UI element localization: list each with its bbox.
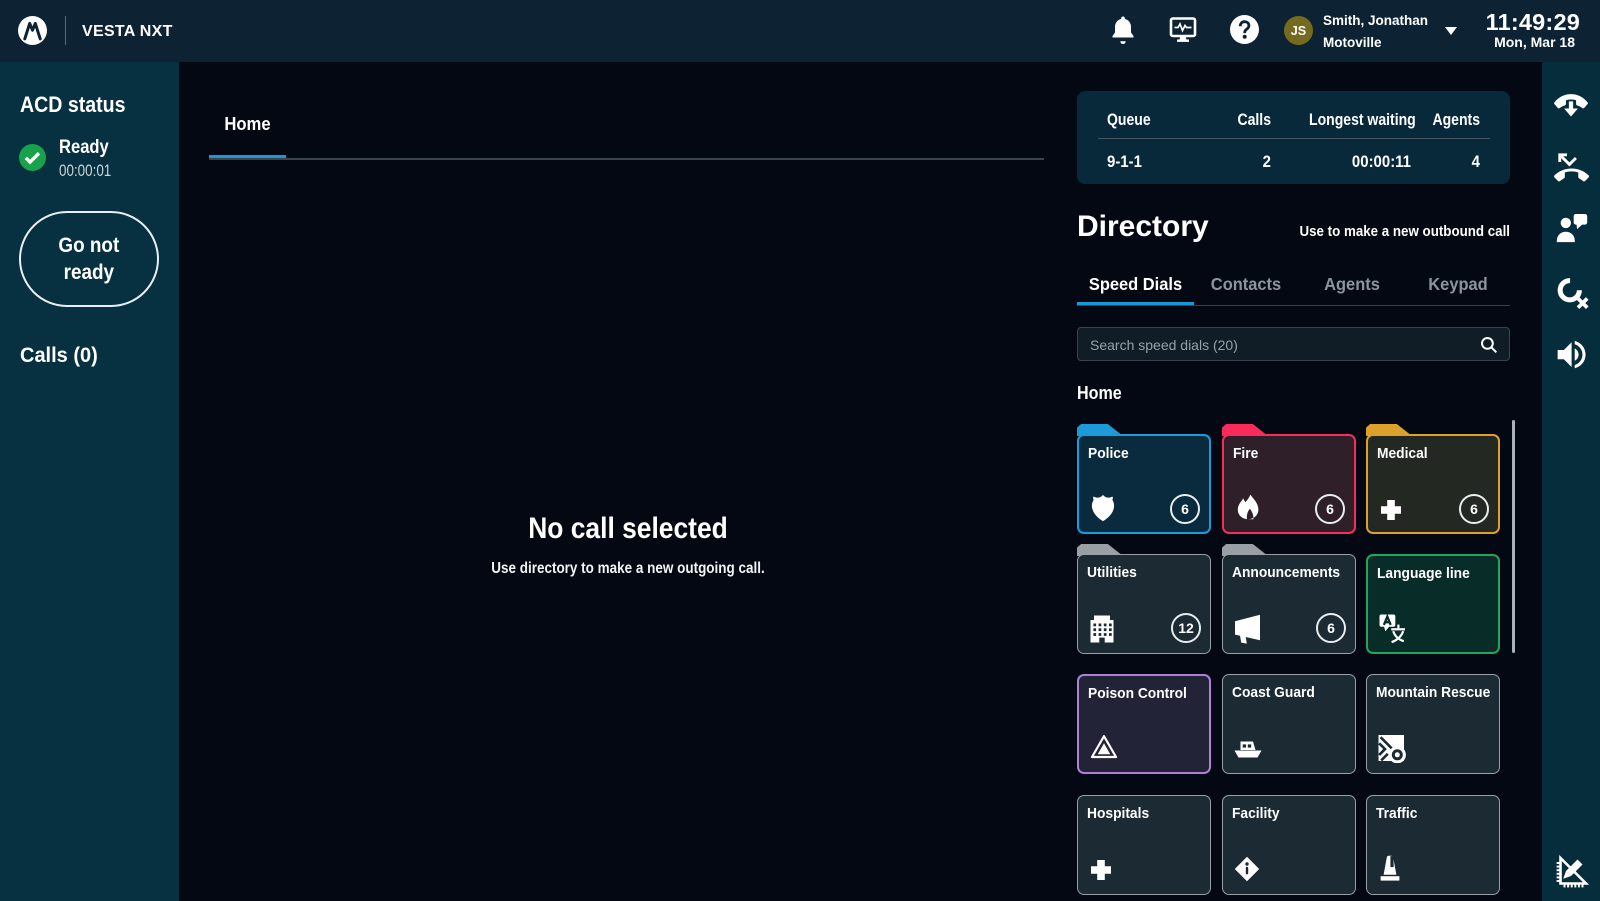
- svg-text:JS: JS: [1291, 24, 1306, 38]
